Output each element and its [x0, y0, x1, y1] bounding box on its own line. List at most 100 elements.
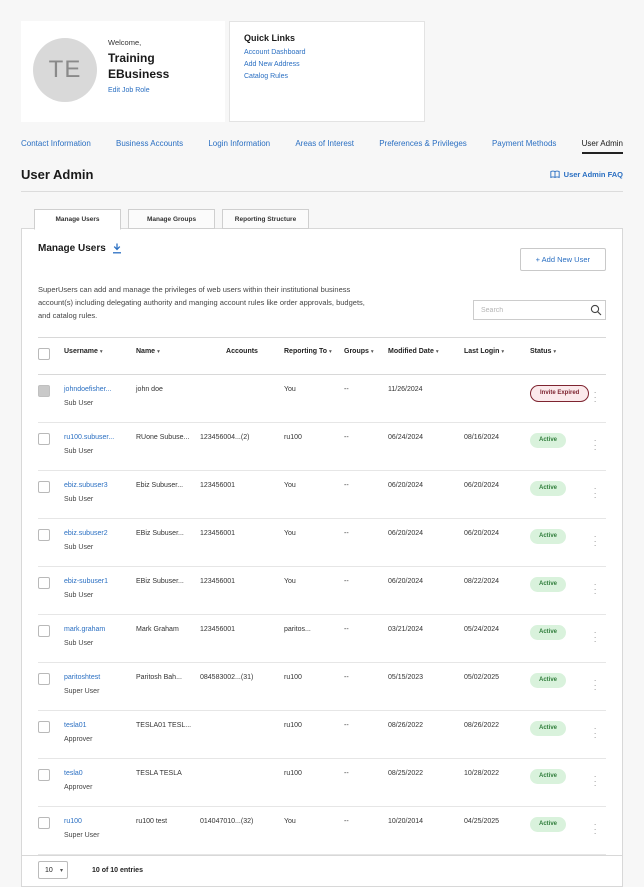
- username-link[interactable]: paritoshtest: [64, 674, 100, 681]
- row-actions-button[interactable]: ...: [594, 817, 606, 835]
- table-body: johndoefisher... Sub User john doe You -…: [38, 375, 606, 855]
- username-link[interactable]: johndoefisher...: [64, 386, 111, 393]
- row-checkbox[interactable]: [38, 769, 50, 781]
- nav-tab-contact-information[interactable]: Contact Information: [21, 139, 91, 152]
- tab-manage-groups[interactable]: Manage Groups: [128, 209, 215, 229]
- modified-date-cell: 06/20/2024: [388, 577, 464, 588]
- status-cell: Active: [530, 817, 594, 832]
- last-login-cell: 05/02/2025: [464, 673, 530, 684]
- page-size-value: 10: [45, 867, 53, 874]
- table-row: ebiz.subuser2 Sub User EBiz Subuser... 1…: [38, 519, 606, 567]
- row-actions-button[interactable]: ...: [594, 481, 606, 499]
- username-link[interactable]: tesla01: [64, 722, 87, 729]
- row-checkbox[interactable]: [38, 721, 50, 733]
- row-actions-button[interactable]: ...: [594, 385, 606, 403]
- book-icon: [550, 170, 560, 179]
- add-new-user-button[interactable]: + Add New User: [520, 248, 606, 271]
- column-header-modified-date[interactable]: Modified Date▾: [388, 348, 464, 355]
- sort-arrow-icon: ▾: [553, 349, 556, 355]
- table-header-row: Username▾Name▾AccountsReporting To▾Group…: [38, 337, 606, 375]
- row-actions-button[interactable]: ...: [594, 673, 606, 691]
- row-checkbox[interactable]: [38, 481, 50, 493]
- row-actions-button[interactable]: ...: [594, 577, 606, 595]
- username-link[interactable]: ru100.subuser...: [64, 434, 114, 441]
- welcome-text: Welcome,: [108, 38, 169, 47]
- column-header-name[interactable]: Name▾: [136, 348, 200, 355]
- description-row: SuperUsers can add and manage the privil…: [38, 283, 606, 322]
- user-admin-faq-link[interactable]: User Admin FAQ: [550, 170, 623, 179]
- row-actions-button[interactable]: ...: [594, 769, 606, 787]
- profile-name-line2: EBusiness: [108, 66, 169, 82]
- tab-manage-users[interactable]: Manage Users: [34, 209, 121, 230]
- column-header-reporting-to[interactable]: Reporting To▾: [284, 348, 344, 355]
- reporting-to-cell: You: [284, 481, 344, 492]
- search-input[interactable]: [473, 300, 606, 320]
- name-cell: TESLA TESLA: [136, 769, 200, 780]
- tab-reporting-structure[interactable]: Reporting Structure: [222, 209, 309, 229]
- username-cell: paritoshtest Super User: [64, 673, 136, 698]
- manage-users-panel: Manage Users + Add New User SuperUsers c…: [21, 228, 623, 887]
- row-checkbox[interactable]: [38, 385, 50, 397]
- last-login-cell: 04/25/2025: [464, 817, 530, 828]
- row-checkbox[interactable]: [38, 577, 50, 589]
- username-link[interactable]: ebiz.subuser3: [64, 482, 108, 489]
- column-header-status[interactable]: Status▾: [530, 348, 594, 355]
- nav-tab-payment-methods[interactable]: Payment Methods: [492, 139, 556, 152]
- username-link[interactable]: mark.graham: [64, 626, 105, 633]
- column-header-groups[interactable]: Groups▾: [344, 348, 388, 355]
- quick-link-1[interactable]: Add New Address: [244, 61, 424, 68]
- nav-tab-preferences-privileges[interactable]: Preferences & Privileges: [379, 139, 467, 152]
- table-row: ebiz-subuser1 Sub User EBiz Subuser... 1…: [38, 567, 606, 615]
- row-checkbox[interactable]: [38, 529, 50, 541]
- name-cell: TESLA01 TESL...: [136, 721, 200, 732]
- column-header-username[interactable]: Username▾: [64, 348, 136, 355]
- select-all-checkbox[interactable]: [38, 348, 50, 360]
- row-checkbox[interactable]: [38, 625, 50, 637]
- nav-tab-user-admin[interactable]: User Admin: [582, 139, 623, 154]
- groups-cell: --: [344, 721, 388, 732]
- username-link[interactable]: ebiz.subuser2: [64, 530, 108, 537]
- status-badge: Active: [530, 721, 566, 736]
- quick-link-2[interactable]: Catalog Rules: [244, 73, 424, 80]
- quick-links-list: Account Dashboard Add New Address Catalog …: [244, 49, 424, 80]
- quick-link-0[interactable]: Account Dashboard: [244, 49, 424, 56]
- last-login-cell: 08/22/2024: [464, 577, 530, 588]
- status-badge: Invite Expired: [530, 385, 589, 402]
- username-link[interactable]: tesla0: [64, 770, 83, 777]
- row-actions-button[interactable]: ...: [594, 721, 606, 739]
- column-header-last-login[interactable]: Last Login▾: [464, 348, 530, 355]
- checkbox-cell: [38, 529, 64, 546]
- row-actions-button[interactable]: ...: [594, 529, 606, 547]
- nav-tab-login-information[interactable]: Login Information: [208, 139, 270, 152]
- user-role-label: Sub User: [64, 399, 130, 410]
- nav-tab-business-accounts[interactable]: Business Accounts: [116, 139, 183, 152]
- username-cell: ebiz.subuser3 Sub User: [64, 481, 136, 506]
- edit-job-role-link[interactable]: Edit Job Role: [108, 87, 150, 94]
- row-checkbox[interactable]: [38, 817, 50, 829]
- table-row: paritoshtest Super User Paritosh Bah... …: [38, 663, 606, 711]
- row-checkbox[interactable]: [38, 433, 50, 445]
- avatar-initials: TE: [49, 56, 82, 84]
- groups-cell: --: [344, 673, 388, 684]
- search-icon[interactable]: [590, 304, 602, 316]
- checkbox-cell: [38, 433, 64, 450]
- row-actions-button[interactable]: ...: [594, 433, 606, 451]
- profile-card: TE Welcome, Training EBusiness Edit Job …: [21, 21, 225, 122]
- profile-name-line1: Training: [108, 50, 169, 66]
- modified-date-cell: 10/20/2014: [388, 817, 464, 828]
- name-cell: EBiz Subuser...: [136, 577, 200, 588]
- row-actions-button[interactable]: ...: [594, 625, 606, 643]
- username-cell: johndoefisher... Sub User: [64, 385, 136, 410]
- download-icon[interactable]: [112, 243, 122, 254]
- panel-header: Manage Users + Add New User: [38, 243, 606, 271]
- page-size-select[interactable]: 10 ▾: [38, 861, 68, 879]
- account-nav-tabs: Contact Information Business Accounts Logi…: [21, 139, 623, 154]
- username-link[interactable]: ebiz-subuser1: [64, 578, 108, 585]
- status-badge: Active: [530, 625, 566, 640]
- table-row: mark.graham Sub User Mark Graham 1234560…: [38, 615, 606, 663]
- row-checkbox[interactable]: [38, 673, 50, 685]
- user-role-label: Super User: [64, 687, 130, 698]
- nav-tab-areas-of-interest[interactable]: Areas of Interest: [295, 139, 354, 152]
- groups-cell: --: [344, 529, 388, 540]
- username-link[interactable]: ru100: [64, 818, 82, 825]
